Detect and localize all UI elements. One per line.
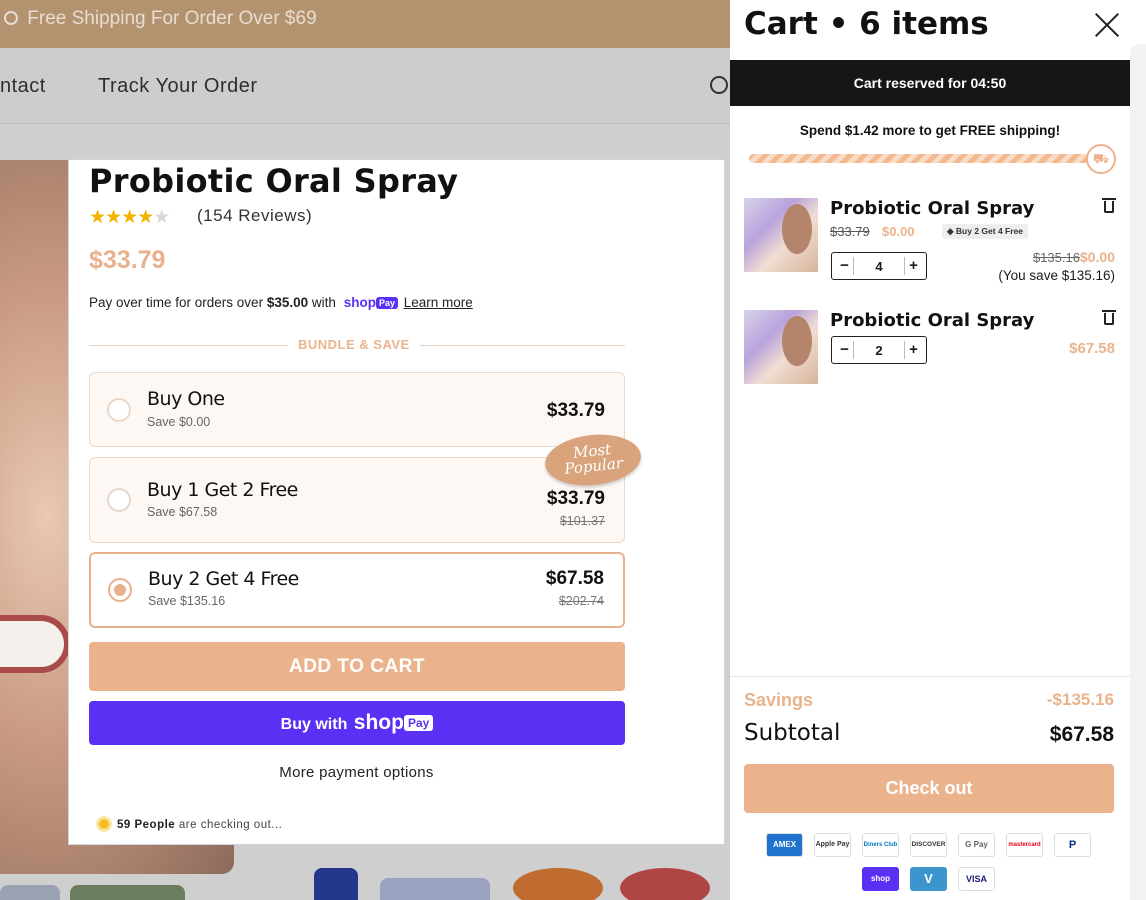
radio-button[interactable] — [107, 488, 131, 512]
radio-button[interactable] — [107, 398, 131, 422]
close-icon[interactable] — [1094, 12, 1120, 38]
checkout-button[interactable]: Check out — [744, 764, 1114, 813]
option-savings: Save $67.58 — [147, 505, 218, 519]
free-shipping-progress — [749, 154, 1104, 163]
increase-button[interactable]: + — [903, 257, 922, 275]
main-nav: ntact Track Your Order — [0, 48, 730, 124]
radio-button-selected[interactable] — [108, 578, 132, 602]
cart-footer-divider — [730, 676, 1130, 677]
subtotal-value: $67.58 — [1049, 723, 1114, 746]
item-name[interactable]: Probiotic Oral Spray — [830, 198, 1034, 219]
decrease-button[interactable]: − — [836, 257, 854, 275]
free-shipping-message: Spend $1.42 more to get FREE shipping! — [799, 123, 1061, 138]
truck-icon: ⛟ — [1086, 144, 1116, 174]
more-payment-options-link[interactable]: More payment options — [69, 764, 644, 781]
savings-label: Savings — [744, 690, 814, 710]
shop-pay-logo: shop Pay — [344, 295, 398, 310]
line-price: $67.58 — [1069, 340, 1115, 357]
quantity-value[interactable]: 4 — [875, 259, 882, 274]
option-savings: Save $0.00 — [147, 415, 211, 429]
product-thumbnail[interactable] — [744, 310, 818, 384]
option-price: $33.79 — [546, 400, 605, 421]
thumbnail-image[interactable] — [70, 885, 185, 900]
discount-tag: ◆ Buy 2 Get 4 Free — [942, 224, 1028, 239]
bundle-label: BUNDLE & SAVE — [288, 337, 420, 352]
thumbnail-image[interactable] — [0, 885, 60, 900]
savings-value: -$135.16 — [1046, 690, 1114, 709]
page-scrollbar[interactable] — [1130, 0, 1146, 900]
google-pay-icon: G Pay — [958, 833, 995, 857]
nav-track-order[interactable]: Track Your Order — [98, 75, 258, 98]
trash-icon[interactable] — [1102, 310, 1116, 325]
option-name: Buy 1 Get 2 Free — [147, 479, 298, 501]
visa-icon: VISA — [958, 867, 995, 891]
product-title: Probiotic Oral Spray — [89, 162, 459, 200]
decrease-button[interactable]: − — [836, 341, 854, 359]
nav-contact[interactable]: ntact — [0, 75, 46, 98]
paypal-icon: P — [1054, 833, 1091, 857]
mastercard-logo — [513, 868, 603, 900]
bundle-option-buy-one[interactable]: Buy One Save $0.00 $33.79 — [89, 372, 625, 447]
option-compare-price: $202.74 — [558, 594, 604, 608]
live-dot-icon — [96, 816, 112, 832]
quantity-value[interactable]: 2 — [875, 343, 882, 358]
star-rating: ★★★★★ — [89, 207, 170, 228]
buy-with-shop-pay-button[interactable]: Buy with shop Pay — [89, 701, 625, 745]
quantity-stepper[interactable]: − 2 + — [831, 336, 927, 364]
option-name: Buy 2 Get 4 Free — [148, 568, 299, 590]
bundle-option-buy1-get2[interactable]: Buy 1 Get 2 Free Save $67.58 $33.79 $101… — [89, 457, 625, 543]
option-compare-price: $101.37 — [559, 514, 605, 528]
item-name[interactable]: Probiotic Oral Spray — [830, 310, 1034, 331]
cart-title: Cart • 6 items — [744, 6, 989, 42]
trash-icon[interactable] — [1102, 198, 1116, 213]
shipping-icon — [4, 11, 18, 25]
quantity-stepper[interactable]: − 4 + — [831, 252, 927, 280]
option-price: $33.79 — [546, 488, 605, 509]
paypal-logo — [314, 868, 358, 900]
product-price: $33.79 — [89, 246, 166, 274]
product-quick-view: Probiotic Oral Spray ★★★★★ (154 Reviews)… — [68, 159, 725, 845]
option-name: Buy One — [147, 388, 225, 410]
amex-icon: AMEX — [766, 833, 803, 857]
cart-drawer: Cart • 6 items Cart reserved for 04:50 S… — [730, 0, 1130, 900]
discover-icon: DISCOVER — [910, 833, 947, 857]
apple-pay-icon: Apple Pay — [814, 833, 851, 857]
visa-logo — [380, 878, 490, 900]
option-price: $67.58 — [545, 568, 604, 589]
live-checkout-counter: 59 People are checking out... — [96, 816, 282, 832]
item-price: $0.00 — [882, 224, 915, 239]
cart-reserved-timer: Cart reserved for 04:50 — [730, 60, 1130, 106]
savings-note: (You save $135.16) — [998, 268, 1115, 283]
cart-line-item: Probiotic Oral Spray $33.79 $0.00 ◆ Buy … — [744, 198, 1116, 283]
shop-pay-icon: shop — [862, 867, 899, 891]
venmo-icon: V — [910, 867, 947, 891]
search-icon[interactable] — [710, 76, 728, 94]
learn-more-link[interactable]: Learn more — [404, 295, 473, 310]
increase-button[interactable]: + — [903, 341, 922, 359]
announcement-text: Free Shipping For Order Over $69 — [27, 8, 317, 29]
installments-message: Pay over time for orders over $35.00 wit… — [89, 295, 473, 310]
add-to-cart-button[interactable]: ADD TO CART — [89, 642, 625, 691]
subtotal-label: Subtotal — [744, 720, 841, 746]
line-price: $135.16$0.00 — [1032, 249, 1115, 265]
diners-club-icon: Diners Club — [862, 833, 899, 857]
product-thumbnail[interactable] — [744, 198, 818, 272]
option-savings: Save $135.16 — [148, 594, 226, 608]
maestro-logo — [620, 868, 710, 900]
mastercard-icon: mastercard — [1006, 833, 1043, 857]
cart-line-item: Probiotic Oral Spray − 2 + $67.58 — [744, 310, 1116, 390]
item-orig-price: $33.79 — [830, 224, 870, 239]
bundle-option-buy2-get4[interactable]: Buy 2 Get 4 Free Save $135.16 $67.58 $20… — [89, 552, 625, 628]
review-count[interactable]: (154 Reviews) — [197, 206, 312, 226]
announcement-bar: Free Shipping For Order Over $69 — [0, 0, 730, 48]
